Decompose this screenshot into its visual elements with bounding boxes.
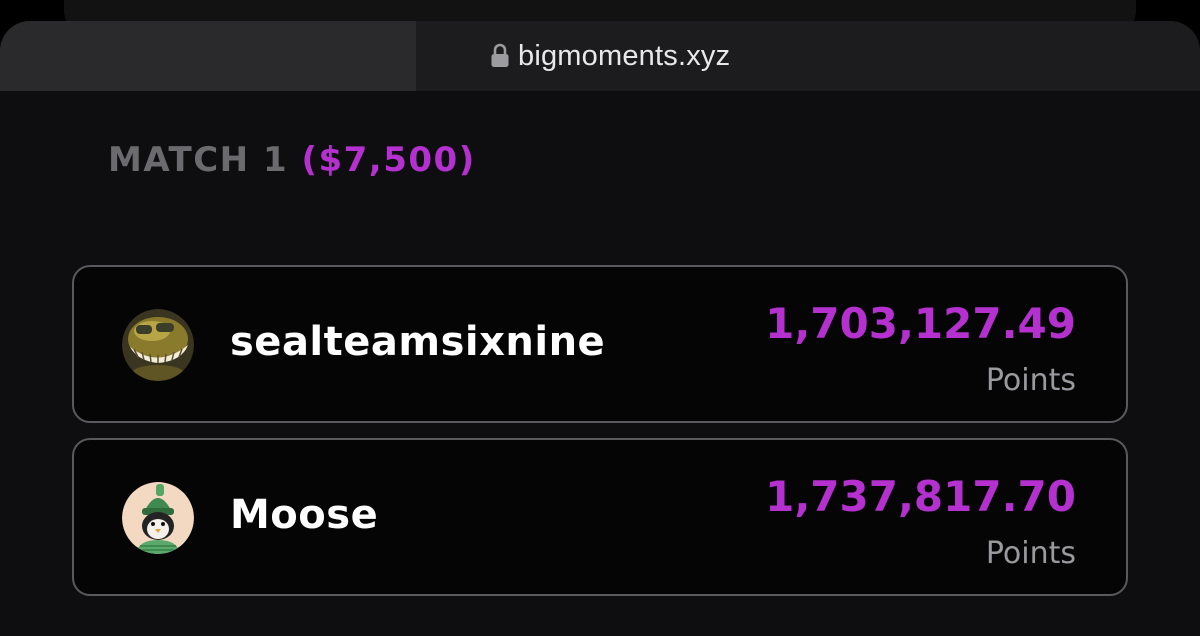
player-score: 1,737,817.70 [765, 472, 1076, 521]
player-name: sealteamsixnine [230, 319, 606, 365]
url-text[interactable]: bigmoments.xyz [518, 40, 730, 73]
points-label: Points [985, 363, 1076, 398]
player-score: 1,703,127.49 [765, 299, 1076, 348]
address-bar-content[interactable]: bigmoments.xyz [416, 21, 1200, 91]
penguin-icon [122, 482, 194, 554]
player-name: Moose [230, 492, 379, 538]
points-label: Points [985, 536, 1076, 571]
grinning-character-avatar [122, 309, 194, 381]
player-card[interactable]: Moose 1,737,817.70 Points [72, 438, 1128, 596]
match-label: MATCH 1 [108, 140, 289, 180]
address-bar[interactable]: bigmoments.xyz [0, 21, 1200, 91]
penguin-with-green-hat-avatar [122, 482, 194, 554]
grinning-character-icon [122, 309, 194, 381]
match-prize: ($7,500) [301, 140, 476, 180]
match-heading: MATCH 1 ($7,500) [108, 140, 476, 180]
lock-icon [491, 43, 509, 67]
player-card[interactable]: sealteamsixnine 1,703,127.49 Points [72, 265, 1128, 423]
address-bar-left-segment [0, 21, 416, 91]
screen: bigmoments.xyz MATCH 1 ($7,500) sealteam… [0, 0, 1200, 636]
